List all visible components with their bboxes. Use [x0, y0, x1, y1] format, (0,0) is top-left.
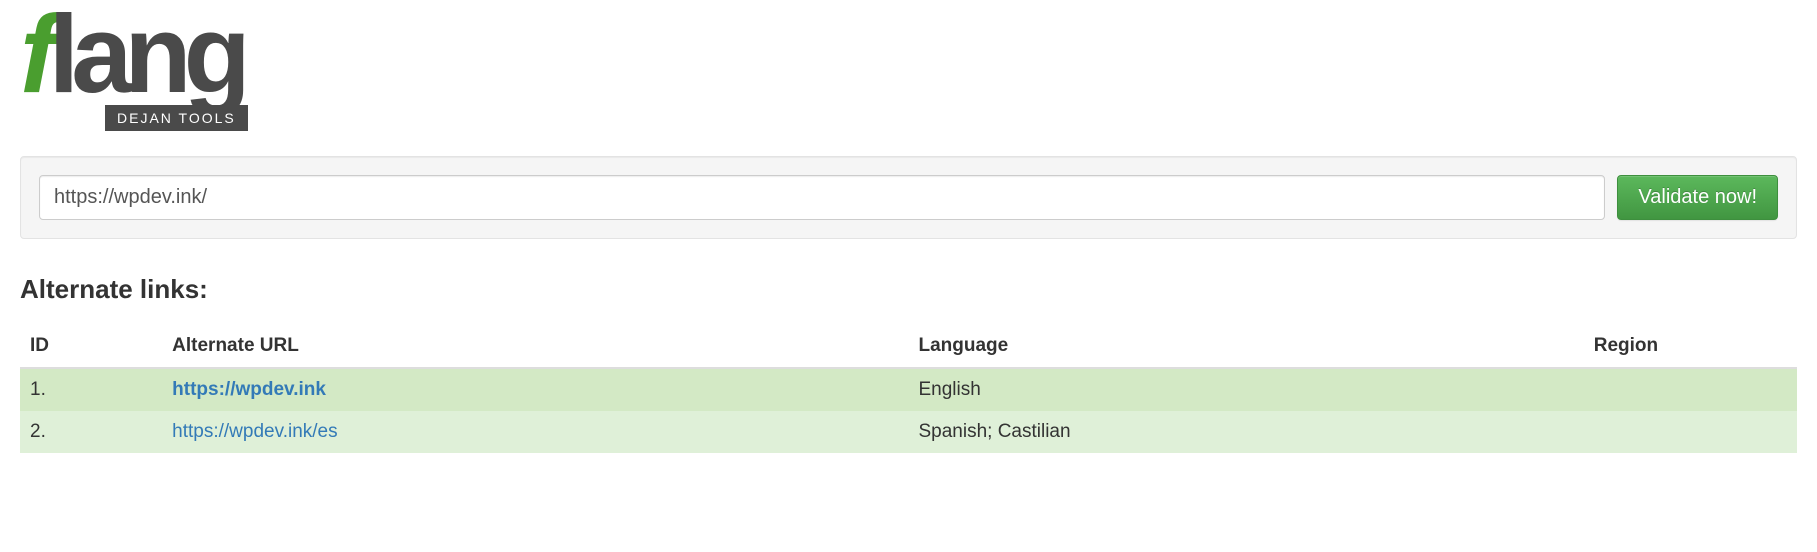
- cell-id: 2.: [20, 411, 162, 453]
- table-header-row: ID Alternate URL Language Region: [20, 325, 1797, 368]
- cell-id: 1.: [20, 368, 162, 411]
- header-language: Language: [908, 325, 1583, 368]
- table-row: 2. https://wpdev.ink/es Spanish; Castili…: [20, 411, 1797, 453]
- results-table: ID Alternate URL Language Region 1. http…: [20, 325, 1797, 453]
- cell-language: Spanish; Castilian: [908, 411, 1583, 453]
- cell-language: English: [908, 368, 1583, 411]
- alternate-url-link[interactable]: https://wpdev.ink: [172, 379, 326, 400]
- header-id: ID: [20, 325, 162, 368]
- cell-url: https://wpdev.ink: [162, 368, 908, 411]
- section-title: Alternate links:: [20, 274, 1797, 305]
- logo-text: flang: [20, 0, 248, 110]
- url-input[interactable]: [39, 175, 1605, 220]
- table-row: 1. https://wpdev.ink English: [20, 368, 1797, 411]
- header-region: Region: [1584, 325, 1797, 368]
- header-url: Alternate URL: [162, 325, 908, 368]
- cell-url: https://wpdev.ink/es: [162, 411, 908, 453]
- alternate-url-link[interactable]: https://wpdev.ink/es: [172, 421, 337, 442]
- validate-button[interactable]: Validate now!: [1617, 175, 1778, 220]
- logo-letter-f: f: [20, 0, 49, 116]
- logo-container: flang DEJAN TOOLS: [20, 0, 1797, 141]
- cell-region: [1584, 368, 1797, 411]
- logo-letters-lang: lang: [49, 0, 243, 116]
- logo-subtitle: DEJAN TOOLS: [105, 105, 248, 131]
- search-bar: Validate now!: [20, 156, 1797, 239]
- cell-region: [1584, 411, 1797, 453]
- logo: flang DEJAN TOOLS: [20, 0, 248, 131]
